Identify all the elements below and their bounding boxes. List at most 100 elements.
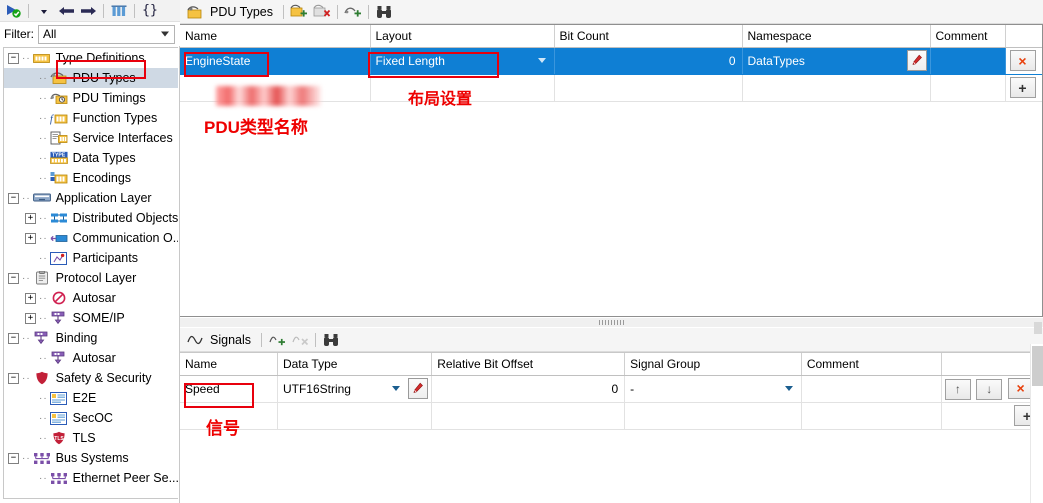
signal-data-type-cell[interactable]: UTF16String — [277, 375, 433, 403]
expand-toggle-icon[interactable]: + — [25, 212, 36, 224]
tree-item-service-interfaces[interactable]: ·· Service Interfaces — [4, 128, 178, 148]
signal-name-cell[interactable]: Speed — [180, 375, 278, 403]
add-signal-icon[interactable] — [266, 330, 288, 350]
run-check-icon[interactable] — [3, 1, 23, 20]
delete-pdu-row-button[interactable]: × — [1009, 50, 1036, 71]
find-binoculars-icon[interactable] — [373, 2, 395, 22]
signals-vertical-scrollbar[interactable] — [1030, 344, 1043, 503]
tree-item-pdu-types[interactable]: ·· PDU Types — [4, 68, 178, 88]
signal-group-cell[interactable]: - — [624, 375, 802, 403]
dropdown-arrow-icon[interactable] — [34, 1, 54, 20]
tree-item-application-layer[interactable]: − ·· Application Layer — [4, 188, 178, 208]
tree-connector — [25, 153, 36, 164]
tree-line: ·· — [39, 292, 48, 304]
tree-item-function-types[interactable]: ·· f Function Types — [4, 108, 178, 128]
tree-item-data-types[interactable]: ·· TYPE Data Types — [4, 148, 178, 168]
tree-item-label: Data Types — [72, 151, 136, 165]
delete-signal-icon[interactable] — [289, 330, 311, 350]
tree-item-pdu-timings[interactable]: ·· PDU Timings — [4, 88, 178, 108]
move-signal-up-button[interactable]: ↑ — [944, 378, 971, 400]
tree-line: ·· — [22, 52, 31, 64]
signals-table-container[interactable]: Name Data Type Relative Bit Offset Signa… — [180, 352, 1043, 503]
move-signal-down-button[interactable]: ↓ — [976, 378, 1003, 400]
column-header-comment[interactable]: Comment — [930, 25, 1006, 48]
column-header-actions — [1005, 25, 1042, 48]
svg-text:f: f — [50, 114, 54, 125]
tree-item-label: Application Layer — [55, 191, 152, 205]
tree-item-distributed-objects[interactable]: + ·· Distributed Objects — [4, 208, 178, 228]
back-arrow-icon[interactable] — [56, 1, 76, 20]
signal-relative-bit-offset-cell[interactable]: 0 — [431, 375, 626, 403]
signal-column-header-data-type[interactable]: Data Type — [277, 353, 433, 376]
pdu-types-table-container[interactable]: Name Layout Bit Count Namespace Comment … — [180, 24, 1043, 317]
column-header-name[interactable]: Name — [180, 25, 371, 48]
filter-select[interactable]: All — [38, 24, 175, 44]
collapse-toggle-icon[interactable]: − — [8, 192, 19, 204]
panel-splitter[interactable] — [180, 318, 1043, 327]
tree-item-participants[interactable]: ·· Participants — [4, 248, 178, 268]
tree-item-e2e[interactable]: ·· E2E — [4, 388, 178, 408]
pdu-types-icon — [50, 71, 68, 85]
forward-arrow-icon[interactable] — [78, 1, 98, 20]
pdu-bit-count-cell[interactable]: 0 — [554, 47, 743, 75]
expand-toggle-icon[interactable]: + — [25, 292, 36, 304]
add-pdu-row-button[interactable]: + — [1009, 77, 1036, 98]
collapse-toggle-icon[interactable]: − — [8, 452, 19, 464]
pdu-layout-cell[interactable]: Fixed Length — [370, 47, 555, 75]
expand-toggle-icon[interactable]: + — [25, 312, 36, 324]
pdu-types-icon — [184, 2, 206, 22]
tree-item-tls[interactable]: ·· TLS TLS — [4, 428, 178, 448]
signal-comment-cell[interactable] — [801, 375, 942, 403]
tree-item-protocol-layer[interactable]: − ·· Protocol Layer — [4, 268, 178, 288]
tree-connector — [25, 473, 36, 484]
signal-column-header-relative-bit-offset[interactable]: Relative Bit Offset — [431, 353, 626, 376]
pdu-namespace-cell[interactable]: DataTypes — [742, 47, 931, 75]
pencil-edit-icon[interactable] — [906, 50, 927, 71]
signal-row-actions-cell: ↑ ↓ × — [941, 375, 1043, 403]
horizontal-scroll-marker[interactable] — [1034, 322, 1042, 334]
pdu-comment-cell[interactable] — [930, 47, 1006, 75]
collapse-toggle-icon[interactable]: − — [8, 372, 19, 384]
column-header-bit-count[interactable]: Bit Count — [554, 25, 743, 48]
tree-item-autosar[interactable]: ·· Autosar — [4, 348, 178, 368]
find-binoculars-icon[interactable] — [320, 330, 342, 350]
left-toolbar: {} — [0, 0, 180, 22]
braces-icon[interactable]: {} — [140, 1, 160, 20]
add-pdu-variant-icon[interactable] — [342, 2, 364, 22]
scrollbar-thumb[interactable] — [1032, 346, 1043, 386]
columns-icon[interactable] — [109, 1, 129, 20]
collapse-toggle-icon[interactable]: − — [8, 272, 19, 284]
column-header-namespace[interactable]: Namespace — [742, 25, 931, 48]
binding-icon — [33, 331, 51, 345]
signal-column-header-comment[interactable]: Comment — [801, 353, 942, 376]
tree-line: ·· — [39, 132, 48, 144]
signal-column-header-signal-group[interactable]: Signal Group — [624, 353, 802, 376]
signals-table-header-row: Name Data Type Relative Bit Offset Signa… — [180, 353, 1043, 376]
signal-column-header-name[interactable]: Name — [180, 353, 278, 376]
add-pdu-type-icon[interactable] — [288, 2, 310, 22]
collapse-toggle-icon[interactable]: − — [8, 332, 19, 344]
delete-pdu-type-icon[interactable] — [311, 2, 333, 22]
tree-line: ·· — [39, 432, 48, 444]
tree-item-ethernet-peer-se[interactable]: ·· Ethernet Peer Se... — [4, 468, 178, 488]
tree-item-autosar[interactable]: + ·· Autosar — [4, 288, 178, 308]
chevron-down-icon[interactable] — [392, 386, 401, 391]
tree-item-binding[interactable]: − ·· Binding — [4, 328, 178, 348]
tree-item-secoc[interactable]: ·· SecOC — [4, 408, 178, 428]
tree-item-safety-security[interactable]: − ·· Safety & Security — [4, 368, 178, 388]
navigation-tree[interactable]: − ·· Type Definitions ·· PDU Types ·· PDU Timi… — [3, 47, 178, 499]
chevron-down-icon[interactable] — [537, 58, 546, 63]
chevron-down-icon[interactable] — [784, 386, 793, 391]
tree-item-type-definitions[interactable]: − ·· Type Definitions — [4, 48, 178, 68]
pdu-table-row[interactable]: EngineState Fixed Length 0 DataTypes × — [180, 47, 1042, 75]
pencil-edit-icon[interactable] — [408, 378, 429, 399]
tree-item-bus-systems[interactable]: − ·· Bus Systems — [4, 448, 178, 468]
column-header-layout[interactable]: Layout — [370, 25, 555, 48]
tree-item-some-ip[interactable]: + ·· SOME/IP — [4, 308, 178, 328]
tree-item-encodings[interactable]: ·· Encodings — [4, 168, 178, 188]
tree-item-communication-o[interactable]: + ·· Communication O... — [4, 228, 178, 248]
pdu-name-cell[interactable]: EngineState — [180, 47, 371, 75]
collapse-toggle-icon[interactable]: − — [8, 52, 19, 64]
signals-table-row[interactable]: Speed UTF16String 0 - ↑ ↓ × — [180, 375, 1043, 403]
expand-toggle-icon[interactable]: + — [25, 232, 36, 244]
